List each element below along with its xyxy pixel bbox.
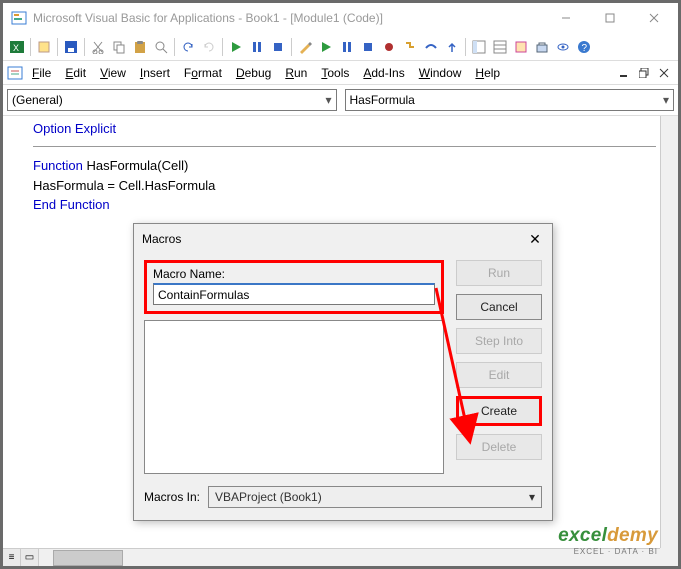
cancel-button[interactable]: Cancel: [456, 294, 542, 320]
properties-icon[interactable]: [490, 37, 510, 57]
macros-dialog: Macros ✕ Macro Name: Run Cancel Step Int…: [133, 223, 553, 521]
object-combo[interactable]: (General) ▾: [7, 89, 337, 111]
menu-run[interactable]: Run: [278, 64, 314, 82]
svg-text:?: ?: [582, 43, 588, 54]
menu-debug[interactable]: Debug: [229, 64, 278, 82]
edit-button[interactable]: Edit: [456, 362, 542, 388]
paste-icon[interactable]: [130, 37, 150, 57]
run-icon[interactable]: [226, 37, 246, 57]
delete-button[interactable]: Delete: [456, 434, 542, 460]
menu-insert[interactable]: Insert: [133, 64, 177, 82]
macros-in-label: Macros In:: [144, 490, 200, 504]
watch-icon[interactable]: [553, 37, 573, 57]
macro-name-section: Macro Name:: [144, 260, 444, 314]
module-icon: [7, 65, 23, 81]
pause-icon[interactable]: [247, 37, 267, 57]
find-icon[interactable]: [151, 37, 171, 57]
step-icon[interactable]: [400, 37, 420, 57]
full-module-view-icon[interactable]: ▭: [21, 549, 39, 567]
dialog-title: Macros: [142, 232, 181, 246]
menu-help[interactable]: Help: [468, 64, 507, 82]
menubar: FFileile Edit View Insert Format Debug R…: [3, 61, 678, 85]
run-button[interactable]: Run: [456, 260, 542, 286]
menu-edit[interactable]: Edit: [58, 64, 93, 82]
window-titlebar: Microsoft Visual Basic for Applications …: [3, 3, 678, 33]
code-nav-bar: (General) ▾ HasFormula ▾: [3, 85, 678, 116]
macro-name-label: Macro Name:: [153, 267, 435, 281]
menu-view[interactable]: View: [93, 64, 133, 82]
redo-icon[interactable]: [199, 37, 219, 57]
help-icon[interactable]: ?: [574, 37, 594, 57]
stop-alt-icon[interactable]: [358, 37, 378, 57]
run-alt-icon[interactable]: [316, 37, 336, 57]
macro-name-input[interactable]: [153, 283, 435, 305]
macros-in-value: VBAProject (Book1): [215, 490, 322, 504]
menu-tools[interactable]: Tools: [314, 64, 356, 82]
chevron-down-icon: ▾: [529, 490, 535, 504]
close-button[interactable]: [632, 4, 676, 32]
procedure-divider: [33, 146, 656, 147]
stop-icon[interactable]: [268, 37, 288, 57]
menu-addins[interactable]: Add-Ins: [356, 64, 411, 82]
mdi-minimize-button[interactable]: [615, 65, 633, 81]
breakpoint-icon[interactable]: [379, 37, 399, 57]
watermark-logo: exceldemy EXCEL · DATA · BI: [558, 525, 658, 556]
project-explorer-icon[interactable]: [469, 37, 489, 57]
chevron-down-icon: ▾: [325, 93, 331, 107]
maximize-button[interactable]: [588, 4, 632, 32]
mdi-restore-button[interactable]: [635, 65, 653, 81]
insert-module-icon[interactable]: [34, 37, 54, 57]
step-over-icon[interactable]: [421, 37, 441, 57]
window-title: Microsoft Visual Basic for Applications …: [33, 11, 544, 25]
copy-icon[interactable]: [109, 37, 129, 57]
menu-format[interactable]: Format: [177, 64, 229, 82]
object-browser-icon[interactable]: [511, 37, 531, 57]
macros-listbox[interactable]: [144, 320, 444, 474]
create-button[interactable]: Create: [456, 396, 542, 426]
step-out-icon[interactable]: [442, 37, 462, 57]
vertical-scrollbar[interactable]: [660, 116, 678, 548]
design-mode-icon[interactable]: [295, 37, 315, 57]
dialog-close-button[interactable]: ✕: [526, 230, 544, 248]
excel-icon[interactable]: X: [7, 37, 27, 57]
procedure-combo[interactable]: HasFormula ▾: [345, 89, 675, 111]
minimize-button[interactable]: [544, 4, 588, 32]
object-combo-value: (General): [12, 93, 63, 107]
toolbox-icon[interactable]: [532, 37, 552, 57]
macros-in-combo[interactable]: VBAProject (Book1) ▾: [208, 486, 542, 508]
mdi-close-button[interactable]: [655, 65, 673, 81]
step-into-button[interactable]: Step Into: [456, 328, 542, 354]
procedure-combo-value: HasFormula: [350, 93, 415, 107]
menu-window[interactable]: Window: [412, 64, 469, 82]
vba-app-icon: [11, 10, 27, 26]
menu-file[interactable]: FFileile: [25, 64, 58, 82]
cut-icon[interactable]: [88, 37, 108, 57]
save-icon[interactable]: [61, 37, 81, 57]
svg-text:X: X: [13, 43, 19, 53]
undo-icon[interactable]: [178, 37, 198, 57]
standard-toolbar: X ?: [3, 33, 678, 61]
chevron-down-icon: ▾: [663, 93, 669, 107]
procedure-view-icon[interactable]: ≡: [3, 549, 21, 567]
pause-alt-icon[interactable]: [337, 37, 357, 57]
